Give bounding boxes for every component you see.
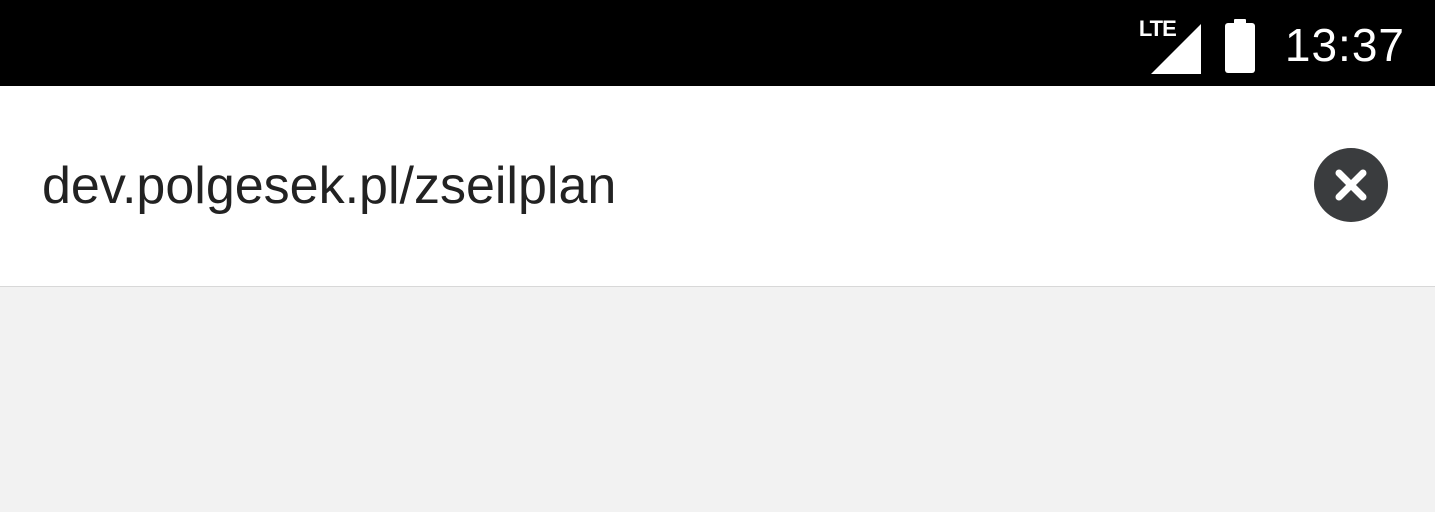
status-icons: LTE 13:37 [1137, 0, 1405, 86]
network-indicator: LTE [1137, 18, 1203, 74]
status-bar: LTE 13:37 [0, 0, 1435, 86]
address-bar: dev.polgesek.pl/zseilplan [0, 86, 1435, 287]
cellular-signal-icon [1150, 24, 1201, 74]
page-content [0, 287, 1435, 512]
battery-icon [1224, 19, 1255, 73]
url-input[interactable]: dev.polgesek.pl/zseilplan [42, 154, 616, 218]
clear-url-button[interactable] [1314, 148, 1388, 222]
clock: 13:37 [1284, 19, 1405, 71]
clear-circle-icon [1335, 169, 1367, 201]
